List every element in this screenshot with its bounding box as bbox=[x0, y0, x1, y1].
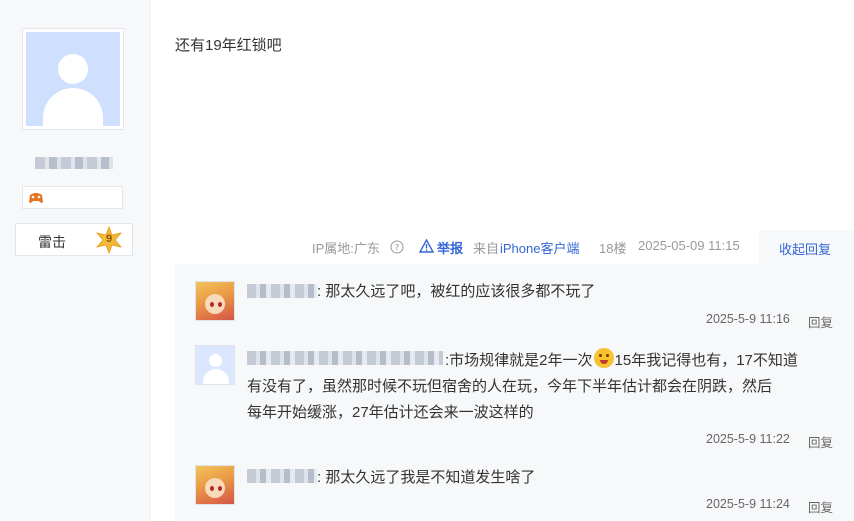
grinning-face-icon bbox=[593, 348, 614, 368]
reply-time: 2025-5-9 11:22 bbox=[706, 432, 790, 446]
reply-username-blurred[interactable] bbox=[247, 469, 317, 483]
post-content: 还有19年红锁吧 bbox=[175, 37, 282, 54]
user-panel: 雷击 9 bbox=[0, 0, 151, 521]
svg-text:?: ? bbox=[395, 244, 400, 254]
client-link[interactable]: iPhone客户端 bbox=[500, 238, 579, 257]
reply-button[interactable]: 回复 bbox=[808, 432, 833, 451]
level-name: 雷击 bbox=[38, 234, 66, 250]
level-number: 9 bbox=[105, 233, 113, 245]
floor-number: 18楼 bbox=[599, 241, 627, 256]
post-datetime: 2025-05-09 11:15 bbox=[638, 238, 740, 253]
replies-panel: : 那太久远了吧，被红的应该很多都不玩了 2025-5-9 11:16 回复 :… bbox=[175, 264, 854, 521]
reply-text-line3: 每年开始缓涨，27年估计还会来一波这样的 bbox=[247, 404, 534, 421]
reply-text-line2: 有没有了，虽然那时候不玩但宿舍的人在玩，今年下半年估计都会在阴跌，然后 bbox=[247, 378, 773, 395]
reply-time: 2025-5-9 11:24 bbox=[706, 497, 790, 511]
collapse-replies-button[interactable]: 收起回复 bbox=[759, 230, 854, 264]
warning-icon[interactable] bbox=[419, 239, 434, 253]
reply-time: 2025-5-9 11:16 bbox=[706, 312, 790, 326]
help-icon[interactable]: ? bbox=[390, 240, 404, 254]
user-badge[interactable] bbox=[22, 186, 123, 209]
reply-button[interactable]: 回复 bbox=[808, 497, 833, 516]
ip-location: IP属地:广东 bbox=[312, 241, 380, 256]
user-avatar[interactable] bbox=[22, 28, 124, 130]
collapse-replies-label: 收起回复 bbox=[779, 242, 832, 257]
reply-text: : 那太久远了我是不知道发生啥了 bbox=[317, 469, 536, 486]
reply-text: : 那太久远了吧，被红的应该很多都不玩了 bbox=[317, 283, 596, 300]
reply-text-line1: :市场规律就是2年一次 15年我记得也有，17不知道 bbox=[445, 348, 798, 373]
game-controller-icon bbox=[29, 193, 43, 203]
reply-username-blurred[interactable] bbox=[247, 284, 317, 298]
user-level[interactable]: 雷击 9 bbox=[15, 223, 133, 256]
username-blurred[interactable] bbox=[35, 157, 113, 169]
reply-avatar[interactable] bbox=[195, 465, 235, 505]
reply-avatar[interactable] bbox=[195, 345, 235, 385]
reply-avatar[interactable] bbox=[195, 281, 235, 321]
default-avatar-icon bbox=[26, 32, 120, 126]
reply-username-blurred[interactable] bbox=[247, 351, 443, 365]
report-link[interactable]: 举报 bbox=[437, 238, 463, 257]
client-prefix: 来自 bbox=[473, 241, 500, 256]
reply-button[interactable]: 回复 bbox=[808, 312, 833, 331]
